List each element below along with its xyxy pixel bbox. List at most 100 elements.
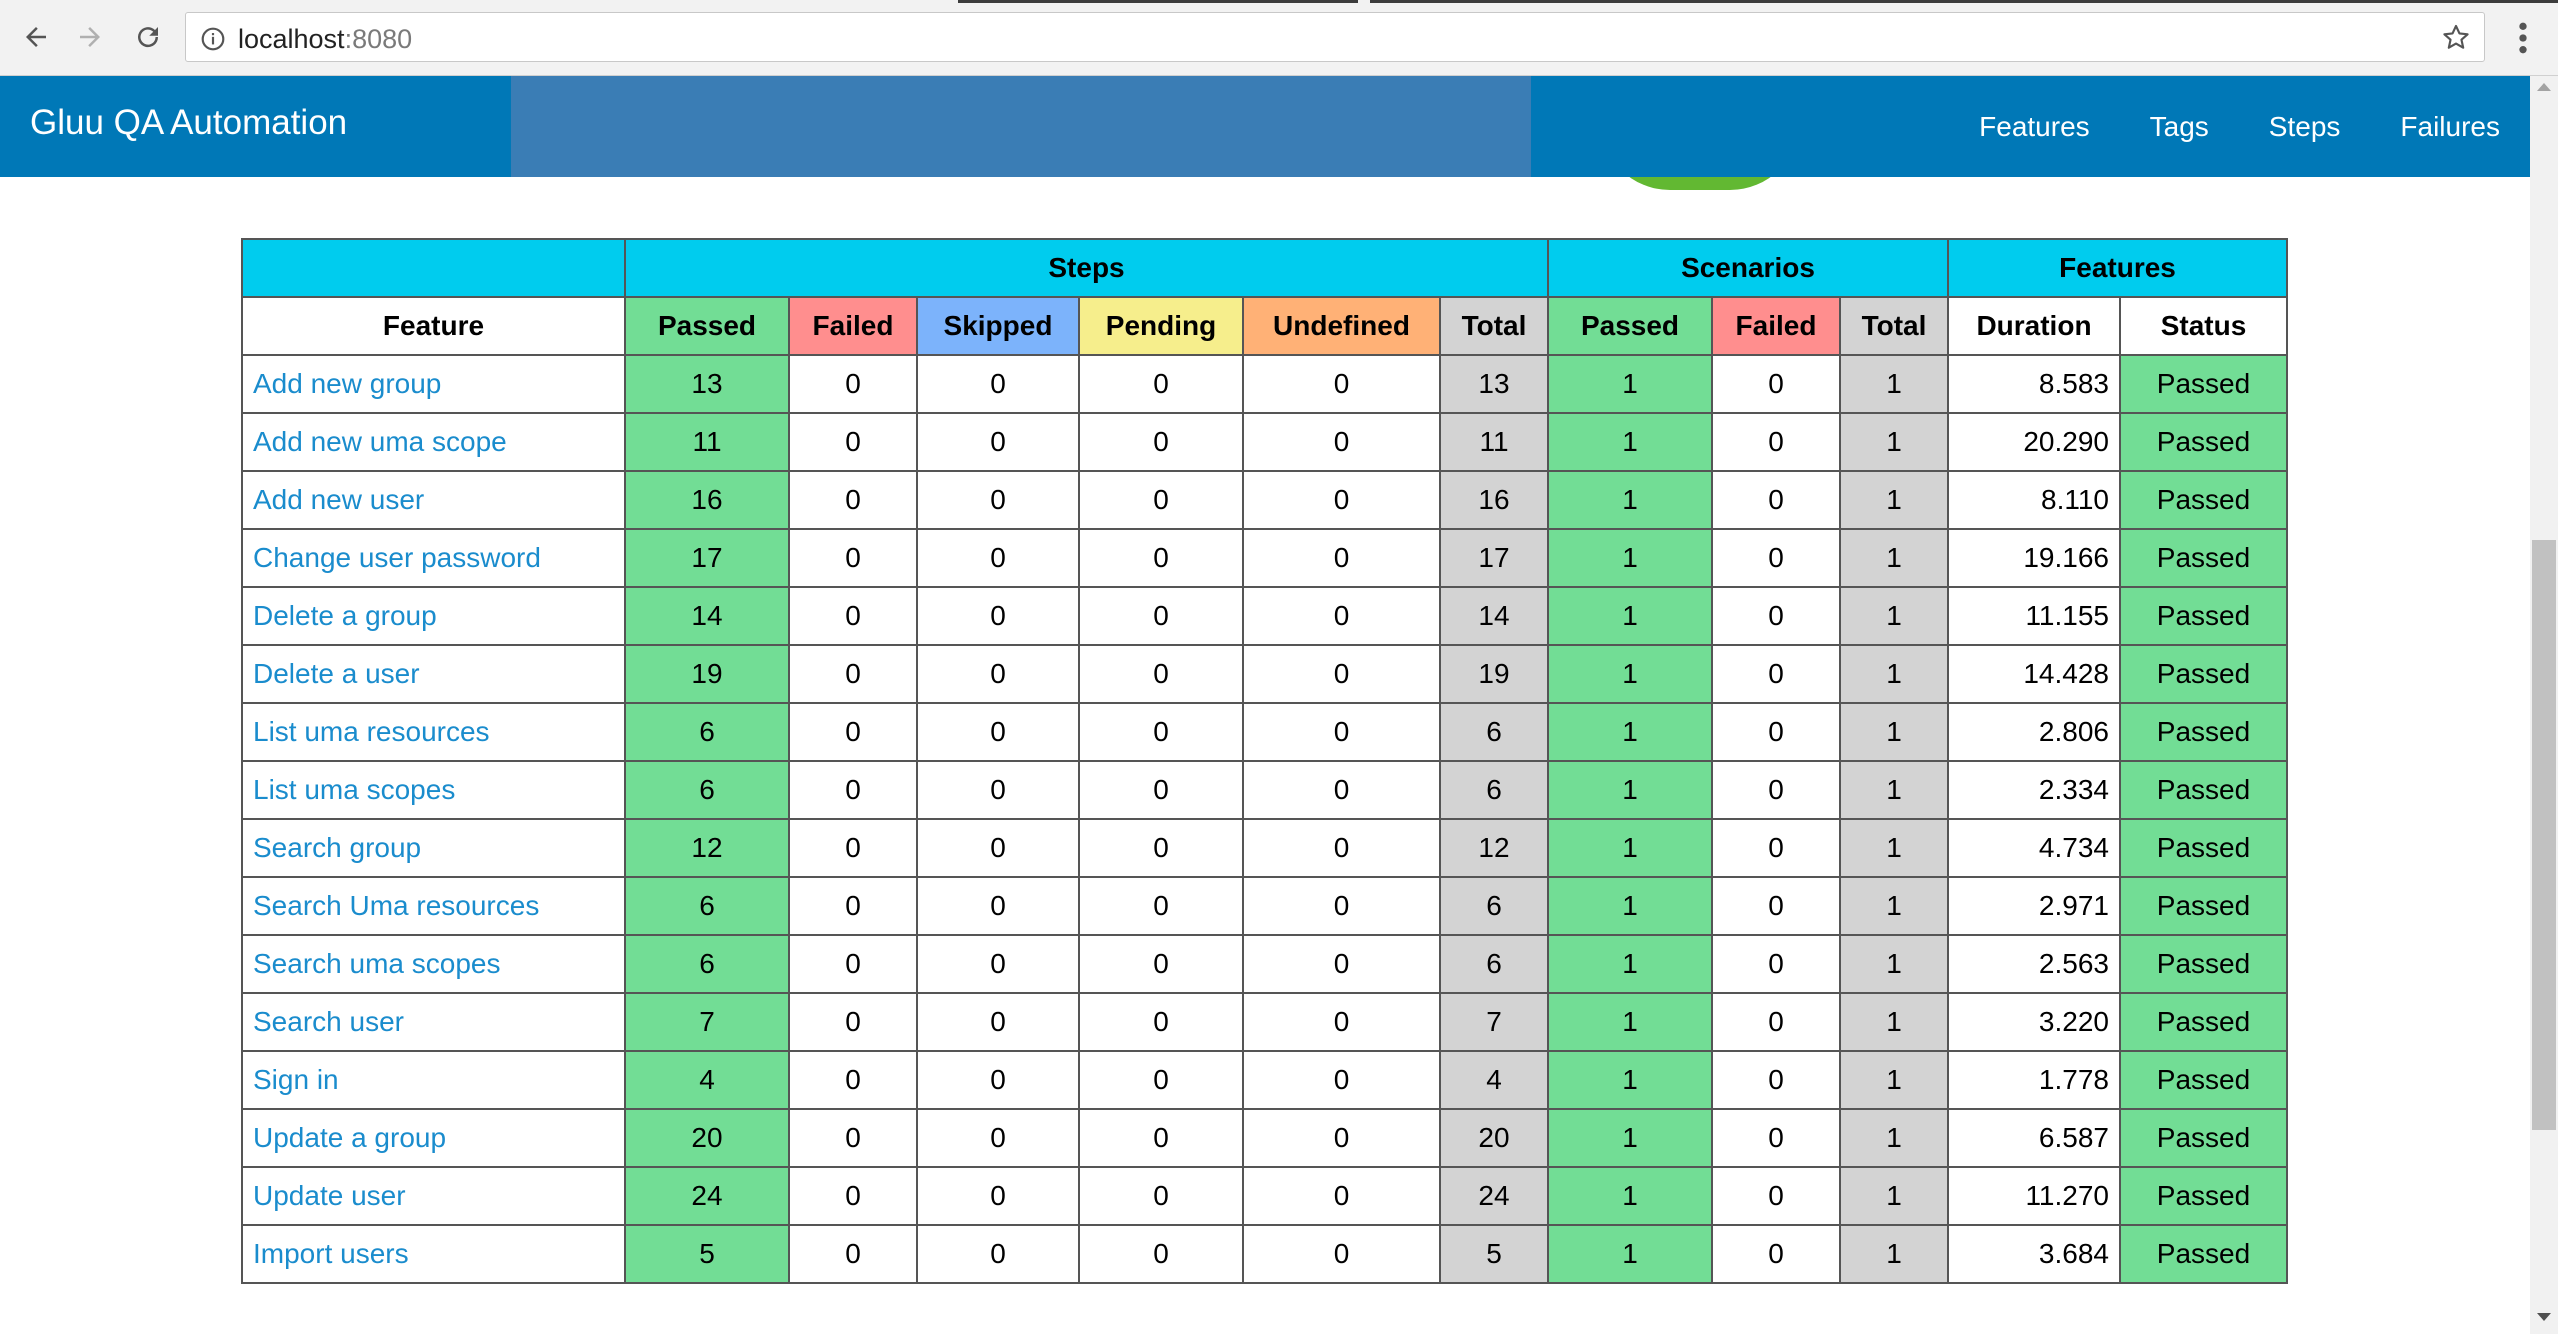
feature-link[interactable]: Search uma scopes bbox=[253, 948, 500, 979]
feature-link[interactable]: Search group bbox=[253, 832, 421, 863]
url-text: localhost:8080 bbox=[238, 24, 412, 55]
feature-link[interactable]: Update user bbox=[253, 1180, 406, 1211]
steps-skipped-cell: 0 bbox=[916, 934, 1080, 994]
steps-pending-cell: 0 bbox=[1078, 702, 1244, 762]
steps-passed-cell: 19 bbox=[624, 644, 790, 704]
steps-total-cell: 5 bbox=[1439, 1224, 1549, 1284]
star-icon[interactable] bbox=[2440, 22, 2472, 59]
col-header-scenarios-passed[interactable]: Passed bbox=[1547, 296, 1713, 356]
col-header-scenarios-total[interactable]: Total bbox=[1839, 296, 1949, 356]
steps-pending-cell: 0 bbox=[1078, 354, 1244, 414]
steps-passed-cell: 17 bbox=[624, 528, 790, 588]
scenarios-passed-cell: 1 bbox=[1547, 644, 1713, 704]
duration-cell: 4.734 bbox=[1947, 818, 2121, 878]
steps-undefined-cell: 0 bbox=[1242, 702, 1441, 762]
feature-link[interactable]: Change user password bbox=[253, 542, 541, 573]
table-row: List uma scopes 6 0 0 0 0 6 1 0 1 2.334 Passed bbox=[241, 760, 2288, 820]
nav-link-steps[interactable]: Steps bbox=[2239, 76, 2371, 177]
feature-link[interactable]: Add new user bbox=[253, 484, 424, 515]
steps-undefined-cell: 0 bbox=[1242, 992, 1441, 1052]
feature-cell: Add new user bbox=[241, 470, 626, 530]
col-header-scenarios-failed[interactable]: Failed bbox=[1711, 296, 1841, 356]
scenarios-failed-cell: 0 bbox=[1711, 470, 1841, 530]
group-header-scenarios: Scenarios bbox=[1547, 238, 1949, 298]
nav-link-features[interactable]: Features bbox=[1949, 76, 2120, 177]
feature-link[interactable]: Search Uma resources bbox=[253, 890, 539, 921]
duration-cell: 6.587 bbox=[1947, 1108, 2121, 1168]
scroll-up-icon[interactable] bbox=[2535, 80, 2553, 98]
forward-arrow-icon[interactable] bbox=[70, 17, 110, 57]
steps-undefined-cell: 0 bbox=[1242, 876, 1441, 936]
brand-title[interactable]: Gluu QA Automation bbox=[30, 103, 347, 143]
feature-cell: Search group bbox=[241, 818, 626, 878]
steps-failed-cell: 0 bbox=[788, 876, 918, 936]
col-header-steps-failed[interactable]: Failed bbox=[788, 296, 918, 356]
feature-link[interactable]: Add new uma scope bbox=[253, 426, 507, 457]
scrollbar-thumb[interactable] bbox=[2532, 540, 2556, 1130]
feature-link[interactable]: Search user bbox=[253, 1006, 404, 1037]
steps-passed-cell: 24 bbox=[624, 1166, 790, 1226]
feature-link[interactable]: List uma resources bbox=[253, 716, 490, 747]
table-row: Change user password 17 0 0 0 0 17 1 0 1 19.166 Pas… bbox=[241, 528, 2288, 588]
feature-link[interactable]: Delete a group bbox=[253, 600, 437, 631]
feature-link[interactable]: Add new group bbox=[253, 368, 441, 399]
scenarios-passed-cell: 1 bbox=[1547, 586, 1713, 646]
address-bar[interactable]: localhost:8080 bbox=[185, 12, 2485, 62]
duration-cell: 11.155 bbox=[1947, 586, 2121, 646]
scenarios-failed-cell: 0 bbox=[1711, 586, 1841, 646]
duration-cell: 3.684 bbox=[1947, 1224, 2121, 1284]
feature-cell: Update user bbox=[241, 1166, 626, 1226]
steps-total-cell: 17 bbox=[1439, 528, 1549, 588]
feature-cell: Delete a group bbox=[241, 586, 626, 646]
table-row: Search uma scopes 6 0 0 0 0 6 1 0 1 2.563 Passed bbox=[241, 934, 2288, 994]
info-icon[interactable] bbox=[200, 26, 226, 57]
feature-link[interactable]: Delete a user bbox=[253, 658, 420, 689]
reload-icon[interactable] bbox=[128, 17, 168, 57]
feature-link[interactable]: Import users bbox=[253, 1238, 409, 1269]
steps-undefined-cell: 0 bbox=[1242, 760, 1441, 820]
feature-cell: Change user password bbox=[241, 528, 626, 588]
scroll-down-icon[interactable] bbox=[2535, 1310, 2553, 1328]
steps-total-cell: 12 bbox=[1439, 818, 1549, 878]
table-row: List uma resources 6 0 0 0 0 6 1 0 1 2.806 Passed bbox=[241, 702, 2288, 762]
steps-pending-cell: 0 bbox=[1078, 412, 1244, 472]
scenarios-failed-cell: 0 bbox=[1711, 876, 1841, 936]
nav-link-tags[interactable]: Tags bbox=[2120, 76, 2239, 177]
steps-passed-cell: 13 bbox=[624, 354, 790, 414]
col-header-steps-undefined[interactable]: Undefined bbox=[1242, 296, 1441, 356]
col-header-status[interactable]: Status bbox=[2119, 296, 2288, 356]
col-header-steps-pending[interactable]: Pending bbox=[1078, 296, 1244, 356]
col-header-steps-passed[interactable]: Passed bbox=[624, 296, 790, 356]
col-header-feature[interactable]: Feature bbox=[241, 296, 626, 356]
col-header-steps-skipped[interactable]: Skipped bbox=[916, 296, 1080, 356]
scenarios-total-cell: 1 bbox=[1839, 1166, 1949, 1226]
status-cell: Passed bbox=[2119, 760, 2288, 820]
duration-cell: 2.806 bbox=[1947, 702, 2121, 762]
steps-passed-cell: 7 bbox=[624, 992, 790, 1052]
col-header-duration[interactable]: Duration bbox=[1947, 296, 2121, 356]
back-arrow-icon[interactable] bbox=[16, 17, 56, 57]
steps-total-cell: 16 bbox=[1439, 470, 1549, 530]
feature-link[interactable]: Update a group bbox=[253, 1122, 446, 1153]
scenarios-failed-cell: 0 bbox=[1711, 528, 1841, 588]
group-header-features: Features bbox=[1947, 238, 2288, 298]
status-cell: Passed bbox=[2119, 1108, 2288, 1168]
more-vert-icon[interactable] bbox=[2508, 18, 2538, 58]
duration-cell: 19.166 bbox=[1947, 528, 2121, 588]
feature-cell: Search user bbox=[241, 992, 626, 1052]
col-header-steps-total[interactable]: Total bbox=[1439, 296, 1549, 356]
nav-link-failures[interactable]: Failures bbox=[2370, 76, 2530, 177]
scenarios-total-cell: 1 bbox=[1839, 1224, 1949, 1284]
feature-link[interactable]: List uma scopes bbox=[253, 774, 455, 805]
feature-cell: Update a group bbox=[241, 1108, 626, 1168]
status-cell: Passed bbox=[2119, 354, 2288, 414]
steps-passed-cell: 6 bbox=[624, 934, 790, 994]
status-cell: Passed bbox=[2119, 934, 2288, 994]
steps-failed-cell: 0 bbox=[788, 818, 918, 878]
steps-skipped-cell: 0 bbox=[916, 702, 1080, 762]
scenarios-passed-cell: 1 bbox=[1547, 702, 1713, 762]
steps-total-cell: 6 bbox=[1439, 760, 1549, 820]
feature-link[interactable]: Sign in bbox=[253, 1064, 339, 1095]
steps-undefined-cell: 0 bbox=[1242, 1050, 1441, 1110]
status-cell: Passed bbox=[2119, 528, 2288, 588]
